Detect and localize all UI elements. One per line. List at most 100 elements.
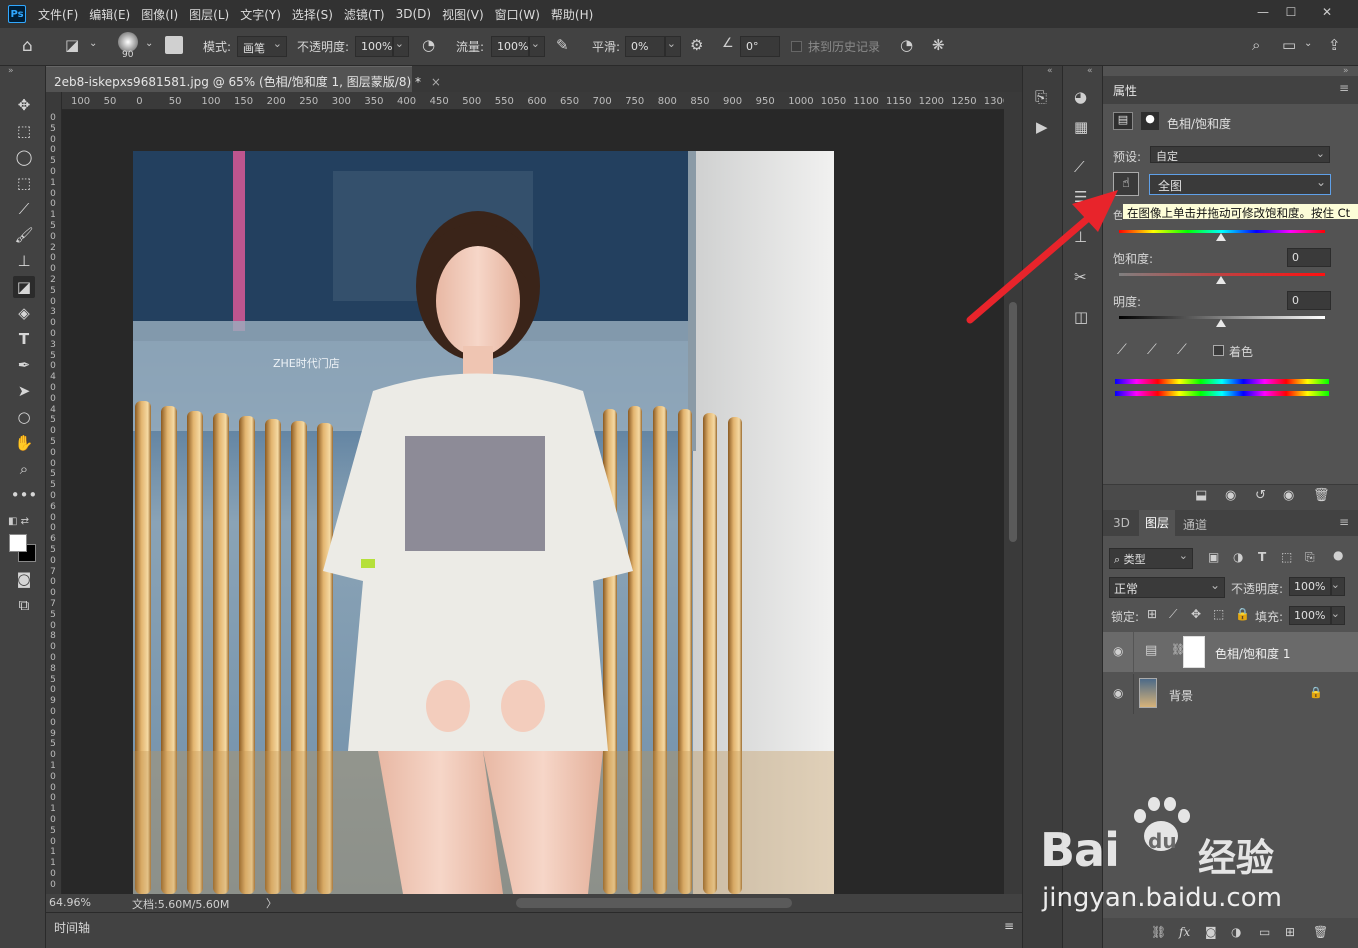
eyedropper-tool-icon[interactable]: ⟋ bbox=[13, 198, 35, 220]
erase-history-checkbox[interactable] bbox=[791, 41, 802, 52]
menu-type[interactable]: 文字(Y) bbox=[240, 6, 281, 23]
menu-file[interactable]: 文件(F) bbox=[38, 6, 78, 23]
foreground-color-swatch[interactable] bbox=[9, 534, 27, 552]
smoothing-input[interactable]: 0% bbox=[625, 36, 665, 57]
colorize-checkbox[interactable] bbox=[1213, 345, 1224, 356]
gear-icon[interactable]: ⚙ bbox=[690, 36, 703, 54]
menu-help[interactable]: 帮助(H) bbox=[551, 6, 593, 23]
preset-select[interactable]: 自定 bbox=[1150, 146, 1330, 163]
tab-layers[interactable]: 图层 bbox=[1139, 510, 1176, 536]
layer-name[interactable]: 色相/饱和度 1 bbox=[1215, 645, 1291, 662]
lightness-input[interactable]: 0 bbox=[1287, 291, 1331, 310]
ellipse-tool-icon[interactable]: ○ bbox=[13, 406, 35, 428]
saturation-input[interactable]: 0 bbox=[1287, 248, 1331, 267]
layer-mask-thumbnail[interactable] bbox=[1183, 636, 1205, 668]
more-tools-icon[interactable]: ••• bbox=[11, 484, 38, 506]
search-icon[interactable]: ⌕ bbox=[1252, 36, 1260, 54]
filter-pixel-icon[interactable]: ▣ bbox=[1208, 550, 1219, 564]
trash-icon[interactable]: 🗑 bbox=[1313, 488, 1330, 503]
view-previous-icon[interactable]: ◉ bbox=[1225, 488, 1236, 503]
collapse-icon[interactable]: » bbox=[1343, 66, 1349, 76]
horizontal-scroll-thumb[interactable] bbox=[516, 898, 792, 908]
menu-window[interactable]: 窗口(W) bbox=[495, 6, 540, 23]
menu-edit[interactable]: 编辑(E) bbox=[89, 6, 130, 23]
filter-adjustment-icon[interactable]: ◑ bbox=[1233, 550, 1243, 564]
filter-type-icon[interactable]: T bbox=[1258, 550, 1266, 564]
brush-settings-icon[interactable] bbox=[165, 36, 183, 54]
menu-filter[interactable]: 滤镜(T) bbox=[344, 6, 385, 23]
minimize-button[interactable]: — bbox=[1248, 2, 1278, 22]
lasso-tool-icon[interactable]: ◯ bbox=[13, 146, 35, 168]
clip-to-layer-icon[interactable]: ⬓ bbox=[1195, 488, 1207, 503]
stamp-tool-icon[interactable]: ⊥ bbox=[13, 250, 35, 272]
visibility-eye-icon[interactable]: ◉ bbox=[1113, 644, 1123, 658]
document-image[interactable]: ZHE时代门店 bbox=[133, 151, 834, 894]
layer-filter-select[interactable]: ⌕ 类型 bbox=[1109, 548, 1193, 569]
chevron-down-icon[interactable]: ⌄ bbox=[1304, 38, 1312, 49]
menu-select[interactable]: 选择(S) bbox=[292, 6, 333, 23]
panel-menu-icon[interactable]: ≡ bbox=[1339, 81, 1349, 95]
reset-icon[interactable]: ↺ bbox=[1255, 488, 1266, 503]
opacity-input[interactable]: 100% bbox=[355, 36, 393, 57]
type-tool-icon[interactable]: T bbox=[13, 328, 35, 350]
blend-mode-select[interactable]: 正常 bbox=[1109, 577, 1225, 598]
tab-channels[interactable]: 通道 bbox=[1183, 516, 1207, 533]
maximize-button[interactable]: ☐ bbox=[1276, 2, 1306, 22]
panel-menu-icon[interactable]: ≡ bbox=[1339, 515, 1349, 529]
lock-transparency-icon[interactable]: ⊞ bbox=[1147, 607, 1157, 621]
object-select-tool-icon[interactable]: ⬚ bbox=[13, 172, 35, 194]
vertical-scroll-thumb[interactable] bbox=[1009, 302, 1017, 542]
pen-tool-icon[interactable]: ✒ bbox=[13, 354, 35, 376]
lock-artboard-icon[interactable]: ⬚ bbox=[1213, 607, 1224, 621]
add-mask-icon[interactable]: ◙ bbox=[1205, 925, 1217, 939]
menu-image[interactable]: 图像(I) bbox=[141, 6, 178, 23]
angle-input[interactable]: 0° bbox=[740, 36, 780, 57]
flow-dropdown[interactable] bbox=[529, 36, 545, 57]
close-tab-icon[interactable]: × bbox=[431, 75, 441, 89]
symmetry-icon[interactable]: ❋ bbox=[932, 36, 945, 54]
eraser-tool-icon[interactable]: ◪ bbox=[13, 276, 35, 298]
gradient-tool-icon[interactable]: ◈ bbox=[13, 302, 35, 324]
workspace-icon[interactable]: ▭ bbox=[1282, 36, 1296, 54]
layer-opacity-input[interactable]: 100% bbox=[1289, 577, 1331, 596]
default-colors-icon[interactable]: ◧ ⇄ bbox=[8, 516, 29, 527]
airbrush-icon[interactable]: ✎ bbox=[556, 36, 569, 54]
visibility-eye-icon[interactable]: ◉ bbox=[1283, 488, 1294, 503]
chevron-down-icon[interactable]: ⌄ bbox=[89, 38, 97, 49]
status-menu-arrow[interactable]: 〉 bbox=[266, 895, 277, 911]
fill-dropdown[interactable] bbox=[1331, 606, 1345, 625]
new-adjustment-icon[interactable]: ◑ bbox=[1231, 925, 1241, 939]
eraser-tool-icon[interactable]: ◪ bbox=[65, 36, 79, 54]
layer-opacity-dropdown[interactable] bbox=[1331, 577, 1345, 596]
visibility-eye-icon[interactable]: ◉ bbox=[1113, 686, 1123, 700]
menu-3d[interactable]: 3D(D) bbox=[396, 7, 431, 21]
lightness-slider-thumb[interactable] bbox=[1216, 319, 1226, 327]
layer-row-hue-saturation[interactable]: ◉ ▤ ⛓ 色相/饱和度 1 bbox=[1103, 632, 1358, 672]
layer-name[interactable]: 背景 bbox=[1169, 687, 1193, 704]
fx-button[interactable]: fx bbox=[1179, 925, 1190, 939]
fill-input[interactable]: 100% bbox=[1289, 606, 1331, 625]
properties-tab[interactable]: 属性 bbox=[1113, 82, 1137, 99]
range-select[interactable]: 全图 bbox=[1149, 174, 1331, 195]
link-layers-icon[interactable]: ⛓ bbox=[1151, 925, 1166, 939]
close-window-button[interactable]: ✕ bbox=[1312, 2, 1342, 22]
collapse-icon[interactable]: « bbox=[1047, 66, 1053, 76]
timeline-tab[interactable]: 时间轴 bbox=[54, 919, 90, 936]
lock-pixels-icon[interactable]: ⟋ bbox=[1169, 607, 1177, 622]
hue-slider-thumb[interactable] bbox=[1216, 233, 1226, 241]
lock-position-icon[interactable]: ✥ bbox=[1191, 607, 1201, 621]
screen-mode-icon[interactable]: ⧉ bbox=[13, 594, 35, 616]
home-icon[interactable]: ⌂ bbox=[22, 36, 33, 56]
eyedropper-plus-icon[interactable]: ⟋ bbox=[1147, 342, 1157, 358]
collapse-icon[interactable]: » bbox=[8, 66, 14, 76]
swatches-grid-icon[interactable]: ▦ bbox=[1074, 118, 1088, 136]
smoothing-dropdown[interactable] bbox=[665, 36, 681, 57]
layer-row-background[interactable]: ◉ 背景 🔒 bbox=[1103, 674, 1358, 714]
filter-smart-icon[interactable]: ⎘ bbox=[1305, 550, 1315, 565]
menu-layer[interactable]: 图层(L) bbox=[189, 6, 229, 23]
quick-mask-icon[interactable]: ◙ bbox=[13, 568, 35, 590]
zoom-tool-icon[interactable]: ⌕ bbox=[13, 458, 35, 480]
brush-tool-icon[interactable]: 🖌 bbox=[13, 224, 35, 246]
move-tool-icon[interactable]: ✥ bbox=[13, 94, 35, 116]
eyedropper-icon[interactable]: ⟋ bbox=[1117, 342, 1127, 358]
